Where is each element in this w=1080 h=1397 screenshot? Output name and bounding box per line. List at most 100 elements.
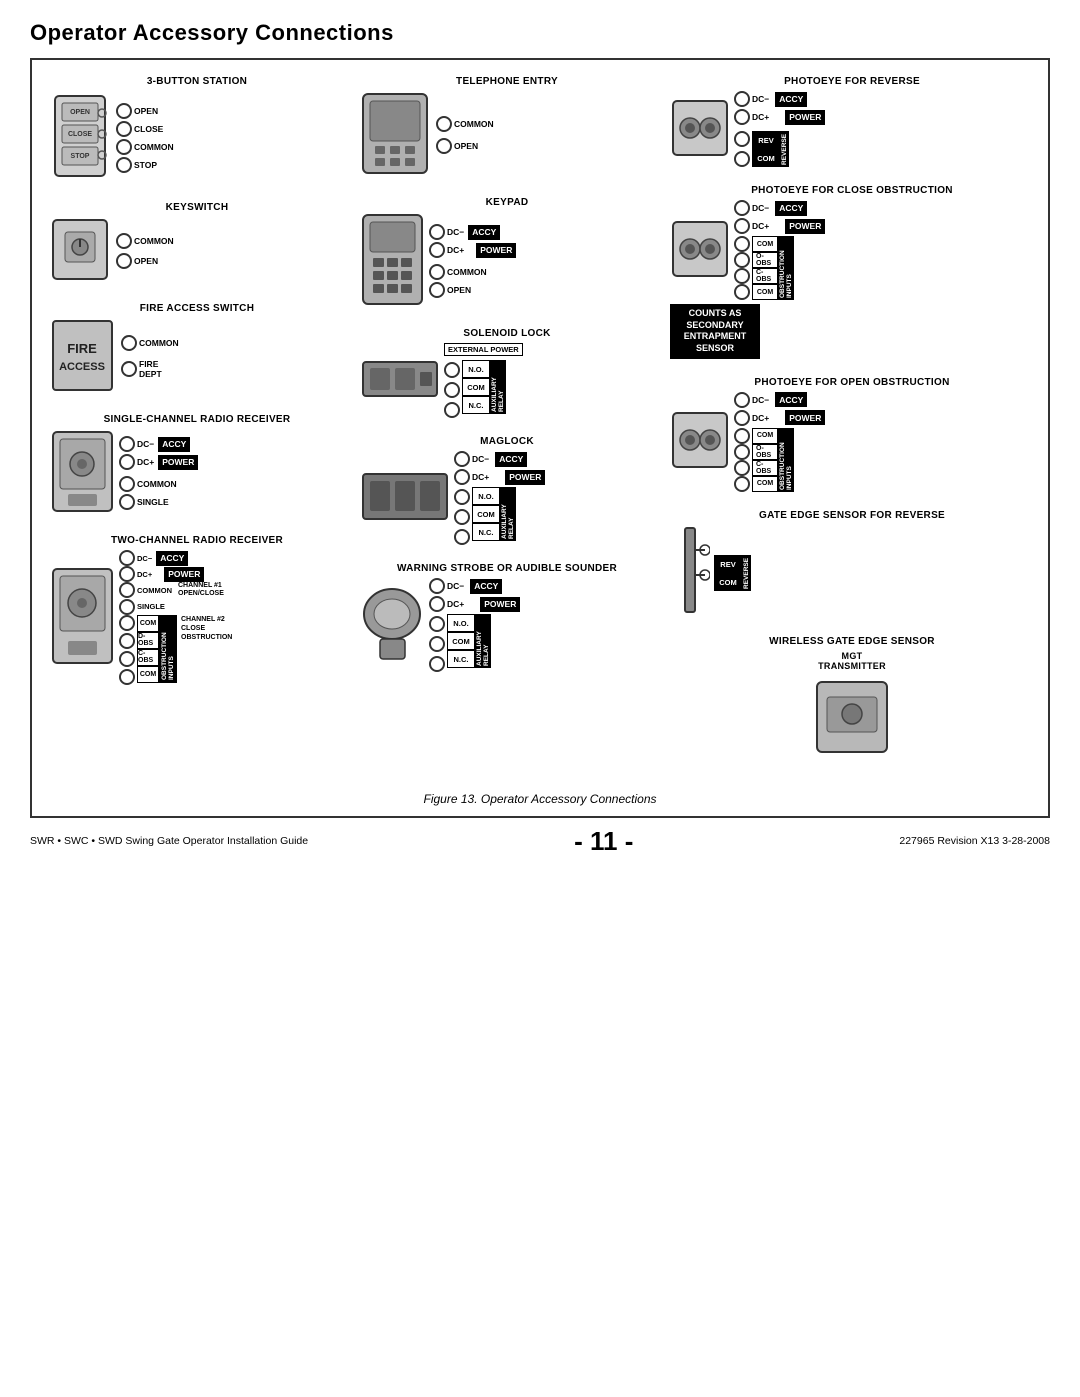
sr-common-row: COMMON: [119, 476, 198, 492]
section-wireless-gate: WIRELESS GATE EDGE SENSOR MGTTRANSMITTER: [670, 636, 1034, 760]
ks-common-terminal: COMMON: [116, 233, 174, 249]
tc-com2-label: COM: [137, 666, 159, 683]
sol-aux-label: AUXILIARY RELAY: [490, 360, 506, 414]
pr-power: POWER: [785, 110, 825, 125]
fa-common-circle: [121, 335, 137, 351]
ws-relay-circle-1: [429, 616, 445, 632]
fire-access-title: FIRE ACCESS SWITCH: [50, 303, 344, 314]
two-channel-device: [50, 566, 115, 669]
section-photoeye-reverse: PHOTOEYE FOR REVERSE: [670, 76, 1034, 167]
pc-dc-minus: DC−: [752, 203, 769, 213]
pr-rev-label: REV: [752, 131, 780, 149]
po-obs-c3: [734, 460, 750, 476]
svg-text:ACCESS: ACCESS: [59, 361, 105, 373]
fa-common-terminal: COMMON: [121, 335, 179, 351]
pc-obs-group: COM O-OBS C-OBS COM OBSTRUCTION INPUTS: [734, 236, 825, 300]
sr-single-row: SINGLE: [119, 494, 198, 510]
wireless-gate-title: WIRELESS GATE EDGE SENSOR: [670, 636, 1034, 647]
ger-reverse-label: REVERSE: [742, 555, 751, 591]
solenoid-device: [360, 354, 440, 407]
kp-dc-minus-circle: [429, 224, 445, 240]
pr-accy: ACCY: [775, 92, 807, 107]
fa-common-label: COMMON: [139, 338, 179, 348]
ks-common-label: COMMON: [134, 236, 174, 246]
po-obs-c1: [734, 428, 750, 444]
main-diagram: 3-BUTTON STATION OPEN CLOSE STOP: [30, 58, 1050, 818]
po-com2: COM: [752, 476, 778, 492]
ws-dc-minus-circle: [429, 578, 445, 594]
po-dc-minus: DC−: [752, 395, 769, 405]
kp-open: OPEN: [447, 285, 471, 295]
pr-reverse-label: REVERSE: [780, 131, 789, 167]
tc-single: SINGLE: [137, 602, 165, 611]
tel-open-terminal: OPEN: [436, 138, 494, 154]
photoeye-rev-wires: DC− ACCY DC+ POWER: [734, 91, 825, 167]
pc-obs-inputs-label: OBSTRUCTION INPUTS: [778, 236, 794, 300]
fa-fire-dept-circle: [121, 361, 137, 377]
kp-dc-plus-circle: [429, 242, 445, 258]
tc-obs-block: COM D-OBS C-OBS COM OBSTRUCTION INPUTS C…: [119, 615, 232, 685]
section-single-radio: SINGLE-CHANNEL RADIO RECEIVER: [50, 414, 344, 517]
section-photoeye-close: PHOTOEYE FOR CLOSE OBSTRUCTION: [670, 185, 1034, 359]
sr-accy-label: ACCY: [158, 437, 190, 452]
section-warning-strobe: WARNING STROBE OR AUDIBLE SOUNDER DC−: [360, 563, 654, 672]
col-middle: TELEPHONE ENTRY: [352, 70, 662, 784]
pr-rev-circle-1: [734, 131, 750, 147]
po-dc-minus-circle: [734, 392, 750, 408]
sol-com: COM: [462, 378, 490, 396]
ml-nc: N.C.: [472, 523, 500, 541]
kp-dc-plus-row: DC+ POWER: [429, 242, 516, 258]
keyswitch-title: KEYSWITCH: [50, 202, 344, 213]
stop-circle: [116, 157, 132, 173]
sr-single-label: SINGLE: [137, 497, 169, 507]
close-label: CLOSE: [134, 124, 163, 134]
footer-left: SWR • SWC • SWD Swing Gate Operator Inst…: [30, 835, 308, 847]
sol-circle-1: [444, 362, 460, 378]
fa-fire-dept-terminal: FIREDEPT: [121, 359, 179, 379]
counts-as-box: COUNTS AS SECONDARY ENTRAPMENT SENSOR: [670, 304, 760, 359]
section-two-channel: TWO-CHANNEL RADIO RECEIVER: [50, 535, 344, 685]
svg-text:FIRE: FIRE: [67, 341, 97, 356]
open-label: OPEN: [134, 106, 158, 116]
diagram-grid: 3-BUTTON STATION OPEN CLOSE STOP: [42, 70, 1038, 784]
fire-access-wires: COMMON FIREDEPT: [121, 335, 179, 379]
section-solenoid: SOLENOID LOCK EXTERNAL POWER: [360, 328, 654, 418]
sr-dc-plus-label: DC+: [137, 457, 154, 467]
btn-stop-terminal: STOP: [116, 157, 174, 173]
tel-common-terminal: COMMON: [436, 116, 494, 132]
sr-common-label: COMMON: [137, 479, 177, 489]
ws-dc-minus-row: DC− ACCY: [429, 578, 520, 594]
ks-open-circle: [116, 253, 132, 269]
pr-com-label: COM: [752, 149, 780, 167]
ger-com-label: COM: [714, 573, 742, 591]
warning-strobe-title: WARNING STROBE OR AUDIBLE SOUNDER: [360, 563, 654, 574]
keypad-device: [360, 212, 425, 310]
pr-rev-block: REV COM REVERSE: [752, 131, 789, 167]
svg-text:STOP: STOP: [71, 153, 90, 160]
pc-obs-block: COM O-OBS C-OBS COM OBSTRUCTION INPUTS: [752, 236, 794, 300]
maglock-wires: DC− ACCY DC+ POWER: [454, 451, 545, 545]
keypad-title: KEYPAD: [360, 197, 654, 208]
tc-ch1: CHANNEL #1OPEN/CLOSE: [178, 582, 224, 599]
svg-text:OPEN: OPEN: [70, 109, 90, 116]
kp-accy: ACCY: [468, 225, 500, 240]
tc-dc-minus-circle: [119, 550, 135, 566]
po-obs-c2: [734, 444, 750, 460]
kp-open-circle: [429, 282, 445, 298]
ws-relay-circle-3: [429, 656, 445, 672]
section-telephone: TELEPHONE ENTRY: [360, 76, 654, 179]
ws-nc: N.C.: [447, 650, 475, 668]
ger-rev-block: REV COM REVERSE: [714, 555, 751, 591]
section-fire-access: FIRE ACCESS SWITCH FIRE ACCESS COMMON: [50, 303, 344, 396]
tc-obs-labels: COM D-OBS C-OBS COM OBSTRUCTION INPUTS: [137, 615, 177, 683]
ml-com: COM: [472, 505, 500, 523]
po-obs-block: COM O-OBS C-OBS COM OBSTRUCTION INPUTS: [752, 428, 794, 492]
po-power: POWER: [785, 410, 825, 425]
po-dc-plus-circle: [734, 410, 750, 426]
photoeye-reverse-device: [670, 98, 730, 161]
pc-dc-minus-row: DC− ACCY: [734, 200, 825, 216]
po-dc-plus: DC+: [752, 413, 769, 423]
sr-single-circle: [119, 494, 135, 510]
tc-accy: ACCY: [156, 551, 188, 566]
two-channel-title: TWO-CHANNEL RADIO RECEIVER: [50, 535, 344, 546]
